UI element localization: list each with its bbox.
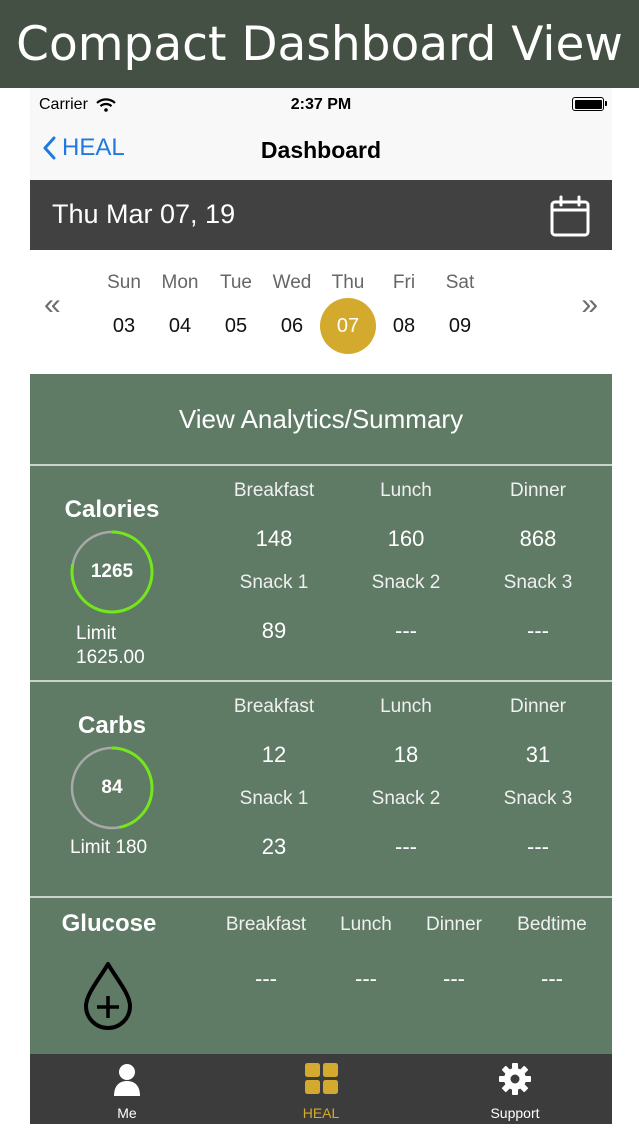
- calories-meal-label: Dinner: [510, 480, 566, 501]
- calendar-icon[interactable]: [550, 195, 590, 237]
- day-name: Thu: [331, 272, 365, 293]
- date-bar: Thu Mar 07, 19: [30, 180, 612, 250]
- day-number: 03: [112, 315, 136, 337]
- glucose-reading-label: Bedtime: [517, 914, 587, 935]
- day-tue[interactable]: Tue 05: [208, 272, 264, 354]
- next-week-button[interactable]: »: [581, 290, 598, 320]
- calories-limit-label: Limit: [76, 623, 117, 644]
- day-sun[interactable]: Sun 03: [96, 272, 152, 354]
- tab-support[interactable]: Support: [418, 1054, 612, 1124]
- day-name: Fri: [392, 272, 416, 293]
- day-name: Tue: [219, 272, 253, 293]
- prev-week-button[interactable]: «: [44, 290, 61, 320]
- calories-section[interactable]: Calories 1265 Limit 1625.00 Breakfast 148…: [30, 466, 612, 682]
- carbs-meal-label: Snack 2: [371, 788, 441, 809]
- day-number: 05: [224, 315, 248, 337]
- calories-meal-value: ---: [527, 618, 549, 643]
- tab-bar: Me HEAL Support: [30, 1054, 612, 1124]
- carbs-meal-value: 23: [261, 834, 287, 859]
- day-name: Mon: [161, 272, 199, 293]
- calories-meal-label: Snack 1: [239, 572, 309, 593]
- calories-meal-label: Breakfast: [233, 480, 315, 501]
- day-name: Sat: [445, 272, 475, 293]
- calories-value: 1265: [90, 561, 134, 582]
- glucose-reading-value: ---: [541, 966, 563, 991]
- banner-title: Compact Dashboard View: [0, 0, 639, 88]
- carbs-section[interactable]: Carbs 84 Limit 180 Breakfast 12 Lunch 18 Din…: [30, 682, 612, 898]
- calories-limit-value: 1625.00: [76, 647, 145, 668]
- day-number: 04: [168, 315, 192, 337]
- calories-limit: Limit 1625.00: [76, 622, 145, 670]
- calories-meal-label: Lunch: [380, 480, 432, 501]
- calories-meal-value: 160: [387, 526, 425, 551]
- page-title: Dashboard: [260, 137, 382, 163]
- current-date: Thu Mar 07, 19: [52, 199, 236, 229]
- calories-meal-value: 868: [519, 526, 557, 551]
- carbs-value: 84: [101, 777, 123, 798]
- calories-meal-value: ---: [395, 618, 417, 643]
- phone-screen: Carrier 2:37 PM HEAL Dashboard Thu Mar 0…: [30, 88, 612, 1124]
- day-name: Sun: [107, 272, 141, 293]
- tab-heal-label: HEAL: [302, 1105, 340, 1121]
- day-fri[interactable]: Fri 08: [376, 272, 432, 354]
- nav-bar: HEAL Dashboard: [30, 122, 612, 180]
- grid-icon: [305, 1063, 338, 1094]
- carbs-meal-label: Lunch: [380, 696, 432, 717]
- carbs-meal-label: Snack 3: [503, 788, 573, 809]
- carbs-meal-value: 18: [393, 742, 419, 767]
- calories-title: Calories: [64, 496, 160, 523]
- drop-plus-icon[interactable]: [82, 960, 134, 1032]
- carbs-meal-value: ---: [395, 834, 417, 859]
- glucose-section[interactable]: Glucose Breakfast --- Lunch --- Dinner --- Bed…: [30, 898, 612, 1054]
- status-time: 2:37 PM: [290, 96, 352, 113]
- carbs-meal-label: Breakfast: [233, 696, 315, 717]
- day-wed[interactable]: Wed 06: [264, 272, 320, 354]
- status-bar: Carrier 2:37 PM: [30, 88, 612, 122]
- calories-meal-value: 148: [255, 526, 293, 551]
- week-strip: « Sun 03 Mon 04 Tue 05 Wed 06 Thu 07 Fri 08 Sat 09 »: [30, 250, 612, 374]
- tab-support-label: Support: [490, 1105, 540, 1121]
- view-analytics-button[interactable]: View Analytics/Summary: [30, 374, 612, 466]
- person-icon: [114, 1064, 140, 1096]
- day-thu[interactable]: Thu 07: [320, 272, 376, 354]
- carbs-limit: Limit 180: [70, 837, 148, 858]
- calories-meal-value: 89: [261, 618, 287, 643]
- day-name: Wed: [272, 272, 312, 293]
- carbs-meal-value: 12: [261, 742, 287, 767]
- calories-meal-label: Snack 3: [503, 572, 573, 593]
- gear-icon: [499, 1063, 531, 1095]
- tab-me-label: Me: [117, 1105, 137, 1121]
- battery-icon: [572, 97, 607, 111]
- calories-meal-label: Snack 2: [371, 572, 441, 593]
- carbs-meal-label: Dinner: [510, 696, 566, 717]
- carbs-title: Carbs: [77, 712, 147, 739]
- tab-me[interactable]: Me: [30, 1054, 224, 1124]
- day-number: 08: [392, 315, 416, 337]
- day-number: 09: [448, 315, 472, 337]
- day-number: 07: [320, 298, 376, 354]
- glucose-title: Glucose: [61, 910, 157, 937]
- tab-heal[interactable]: HEAL: [224, 1054, 418, 1124]
- carbs-meal-value: 31: [525, 742, 551, 767]
- carbs-meal-value: ---: [527, 834, 549, 859]
- day-sat[interactable]: Sat 09: [432, 272, 488, 354]
- carbs-meal-label: Snack 1: [239, 788, 309, 809]
- dashboard-panel: View Analytics/Summary Calories 1265 Lim…: [30, 374, 612, 1054]
- day-mon[interactable]: Mon 04: [152, 272, 208, 354]
- day-number: 06: [280, 315, 304, 337]
